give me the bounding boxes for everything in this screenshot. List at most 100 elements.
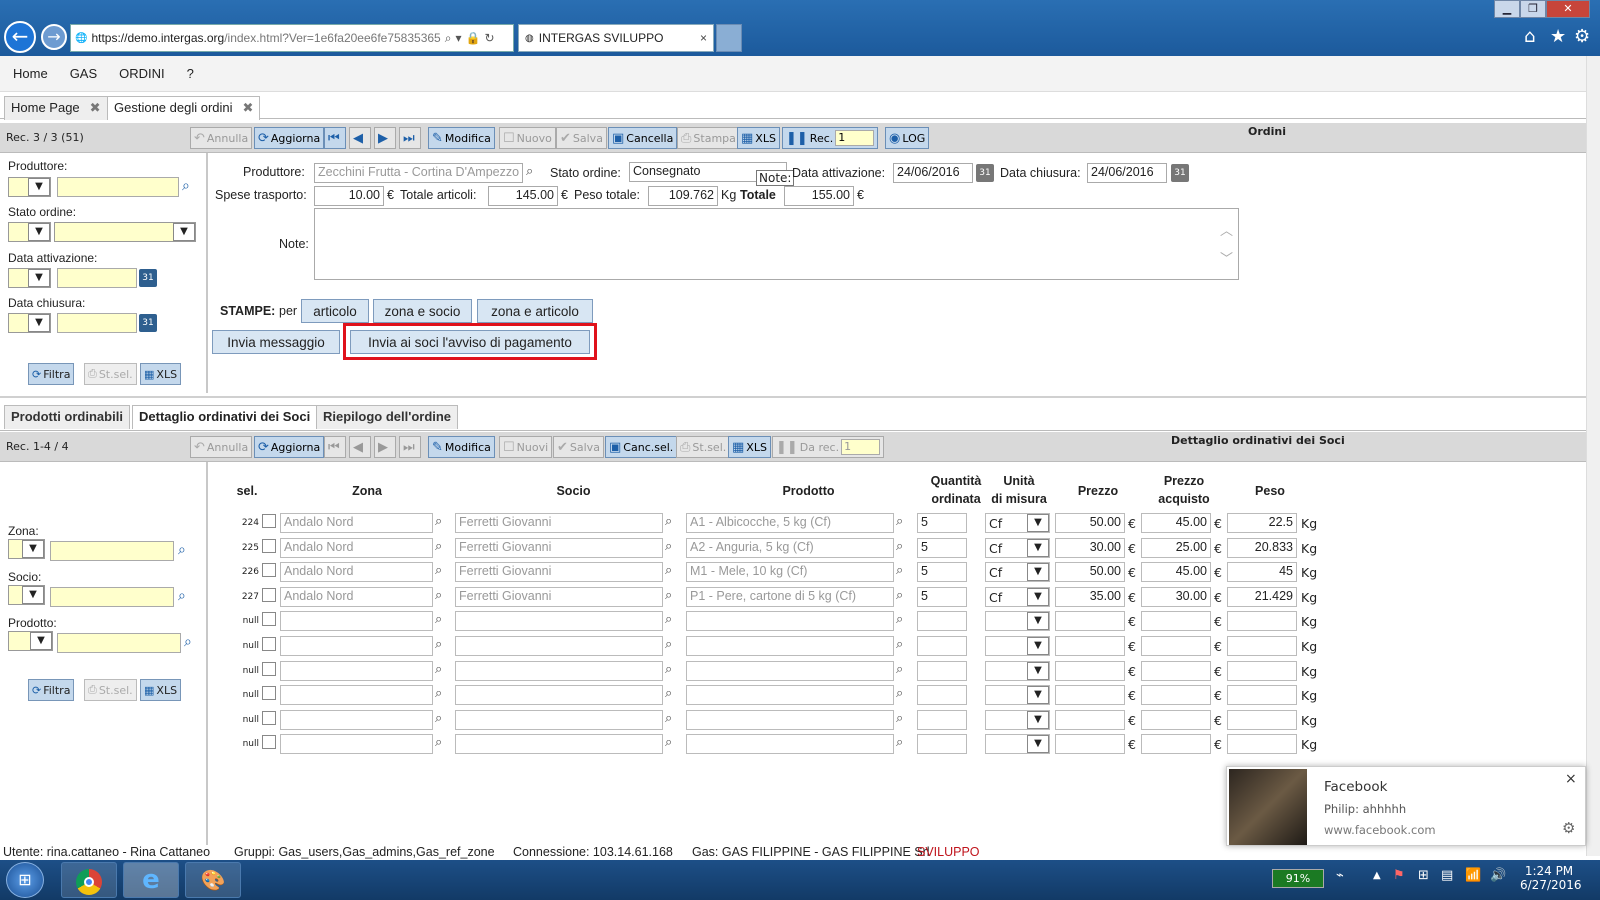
search-icon[interactable]: ⌕ xyxy=(435,711,442,726)
home-icon[interactable]: ⌂ xyxy=(1524,26,1535,47)
search-icon[interactable]: ⌕ xyxy=(435,539,442,554)
cell-prezzo[interactable] xyxy=(1055,611,1125,631)
cell-prezzo-acquisto[interactable] xyxy=(1141,611,1211,631)
calendar-icon[interactable]: 31 xyxy=(139,269,157,287)
row-select-checkbox[interactable] xyxy=(262,588,276,602)
row-select-checkbox[interactable] xyxy=(262,637,276,651)
spese-trasporto-field[interactable]: 10.00 xyxy=(314,186,384,206)
cell-prodotto[interactable] xyxy=(686,661,894,681)
cell-unita-select[interactable]: ▼ xyxy=(985,611,1050,631)
cell-prezzo[interactable] xyxy=(1055,636,1125,656)
cell-socio[interactable] xyxy=(455,636,663,656)
search-icon[interactable]: ⌕ xyxy=(665,612,672,627)
filter-data-att-op[interactable]: ▼ xyxy=(8,268,51,288)
clock[interactable]: 1:24 PM 6/27/2016 xyxy=(1520,864,1582,892)
cell-prodotto[interactable]: A2 - Anguria, 5 kg (Cf) xyxy=(686,538,894,558)
filter-zona-op[interactable]: ▼ xyxy=(8,539,45,559)
peso-totale-field[interactable]: 109.762 xyxy=(648,186,718,206)
cell-unita-select[interactable]: ▼ xyxy=(985,685,1050,705)
cell-quantita[interactable]: 5 xyxy=(917,562,967,582)
cell-prodotto[interactable] xyxy=(686,710,894,730)
search-icon[interactable]: ⌕ xyxy=(896,711,903,726)
filter-prodotto-op[interactable]: ▼ xyxy=(8,631,53,651)
cell-quantita[interactable] xyxy=(917,611,967,631)
search-icon[interactable]: ⌕ xyxy=(435,563,442,578)
cell-prezzo-acquisto[interactable]: 45.00 xyxy=(1141,562,1211,582)
search-icon[interactable]: ⌕ xyxy=(665,686,672,701)
tab-gestione-ordini[interactable]: Gestione degli ordini ✖ xyxy=(107,96,261,120)
search-icon[interactable]: ⌕ xyxy=(435,662,442,677)
tab-home-page[interactable]: Home Page ✖ xyxy=(4,96,108,120)
search-icon[interactable]: ⌕ xyxy=(435,588,442,603)
maximize-button[interactable]: ❐ xyxy=(1520,0,1546,18)
row-select-checkbox[interactable] xyxy=(262,735,276,749)
cell-zona[interactable] xyxy=(280,636,433,656)
cell-peso[interactable] xyxy=(1227,710,1297,730)
search-icon[interactable]: ⌕ xyxy=(435,514,442,529)
cell-prezzo-acquisto[interactable]: 30.00 xyxy=(1141,587,1211,607)
search-icon[interactable]: ⌕ xyxy=(435,735,442,750)
search-icon[interactable]: ⌕ xyxy=(184,634,192,650)
filter-produttore-input[interactable] xyxy=(57,177,179,197)
taskbar-chrome[interactable] xyxy=(61,862,117,898)
cell-prezzo[interactable]: 35.00 xyxy=(1055,587,1125,607)
close-icon[interactable]: × xyxy=(1565,771,1577,787)
cell-prodotto[interactable] xyxy=(686,636,894,656)
search-icon[interactable]: ⌕ xyxy=(665,711,672,726)
annulla-button[interactable]: ↶ Annulla xyxy=(190,127,253,149)
cancella-button[interactable]: ▣ Cancella xyxy=(608,127,678,149)
forward-button[interactable]: → xyxy=(41,24,67,50)
print-zona-articolo-button[interactable]: zona e articolo xyxy=(477,299,593,323)
windows-icon[interactable]: ⊞ xyxy=(1418,868,1429,883)
menu-help[interactable]: ? xyxy=(187,66,194,81)
cell-prezzo[interactable]: 30.00 xyxy=(1055,538,1125,558)
power-icon[interactable]: ⌁ xyxy=(1336,868,1344,883)
back-button[interactable]: ← xyxy=(4,21,36,53)
goto-record-input[interactable]: 1 xyxy=(835,130,874,146)
cell-socio[interactable] xyxy=(455,661,663,681)
cell-unita-select[interactable]: ▼ xyxy=(985,636,1050,656)
cell-quantita[interactable] xyxy=(917,661,967,681)
filter-socio-op[interactable]: ▼ xyxy=(8,585,45,605)
action-center-flag-icon[interactable]: ⚑ xyxy=(1393,868,1405,883)
filter-stato-select-1[interactable]: ▼ xyxy=(8,222,51,242)
search-icon[interactable]: ⌕ xyxy=(896,735,903,750)
search-icon[interactable]: ⌕ xyxy=(178,542,186,558)
salva-button[interactable]: ✔ Salva xyxy=(553,436,604,458)
xls-button[interactable]: ▦ XLS xyxy=(728,436,771,458)
search-icon[interactable]: ⌕ xyxy=(665,735,672,750)
cell-prezzo[interactable]: 50.00 xyxy=(1055,562,1125,582)
minimize-button[interactable]: ▁ xyxy=(1494,0,1520,18)
filter-xls-button[interactable]: ▦ XLS xyxy=(140,679,182,701)
cell-peso[interactable]: 45 xyxy=(1227,562,1297,582)
cell-unita-select[interactable]: Cf ▼ xyxy=(985,562,1050,582)
cell-unita-select[interactable]: ▼ xyxy=(985,661,1050,681)
dropdown-icon[interactable]: ▾ xyxy=(455,31,461,45)
cell-prezzo-acquisto[interactable] xyxy=(1141,734,1211,754)
nuovi-button[interactable]: ☐ Nuovi xyxy=(499,436,553,458)
tab-close-icon[interactable]: × xyxy=(700,31,707,45)
cell-zona[interactable]: Andalo Nord xyxy=(280,562,433,582)
cell-unita-select[interactable]: Cf ▼ xyxy=(985,513,1050,533)
tab-riepilogo-ordine[interactable]: Riepilogo dell'ordine xyxy=(316,405,459,429)
scroll-down-icon[interactable]: ﹀ xyxy=(1220,248,1233,267)
cell-zona[interactable] xyxy=(280,661,433,681)
cell-zona[interactable]: Andalo Nord xyxy=(280,538,433,558)
row-select-checkbox[interactable] xyxy=(262,711,276,725)
note-textarea[interactable] xyxy=(314,208,1239,280)
prev-record-button[interactable]: ◀ xyxy=(349,436,371,458)
cell-prodotto[interactable] xyxy=(686,611,894,631)
favorites-star-icon[interactable]: ★ xyxy=(1550,26,1566,47)
cell-prodotto[interactable] xyxy=(686,685,894,705)
cell-socio[interactable]: Ferretti Giovanni xyxy=(455,587,663,607)
last-record-button[interactable]: ⏭ xyxy=(399,127,421,149)
row-select-checkbox[interactable] xyxy=(262,539,276,553)
produttore-field[interactable]: Zecchini Frutta - Cortina D'Ampezzo xyxy=(314,163,523,183)
cell-quantita[interactable]: 5 xyxy=(917,587,967,607)
search-icon[interactable]: ⌕ xyxy=(896,514,903,529)
next-record-button[interactable]: ▶ xyxy=(374,127,396,149)
cell-zona[interactable]: Andalo Nord xyxy=(280,587,433,607)
search-icon[interactable]: ⌕ xyxy=(896,637,903,652)
menu-ordini[interactable]: ORDINI xyxy=(119,66,165,81)
first-record-button[interactable]: ⏮ xyxy=(324,127,346,149)
